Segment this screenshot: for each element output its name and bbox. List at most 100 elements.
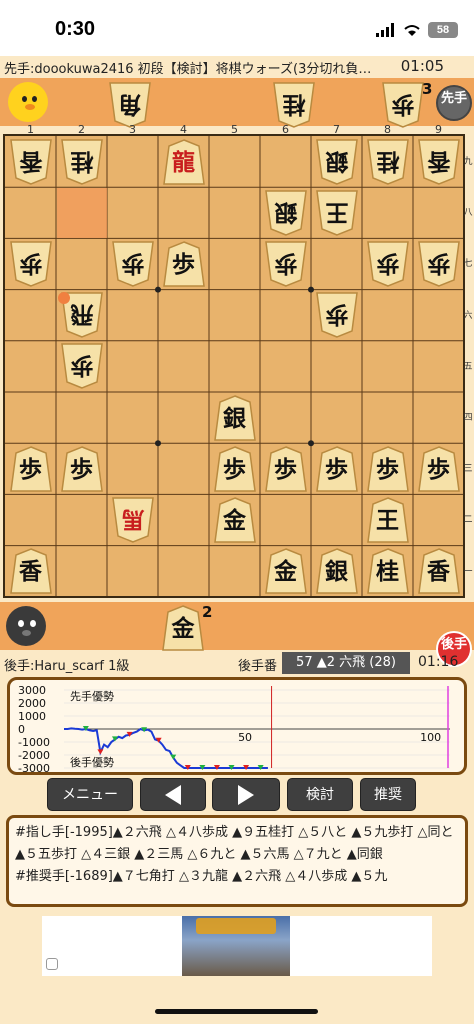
- gote-piece[interactable]: 桂: [365, 138, 411, 186]
- graph-y-label: 3000: [18, 684, 46, 697]
- piece-label: 歩: [121, 249, 144, 277]
- rank-label: 七: [463, 259, 473, 270]
- right-arrow-icon: [238, 785, 254, 805]
- piece-label: 銀: [223, 404, 246, 432]
- ad-logo: [196, 918, 276, 934]
- sente-badge: 先手: [436, 85, 472, 121]
- gote-piece[interactable]: 桂: [271, 81, 317, 129]
- piece-label: 歩: [223, 455, 246, 483]
- gote-piece[interactable]: 銀: [314, 138, 360, 186]
- hand-count: 3: [422, 80, 433, 98]
- sente-piece[interactable]: 王: [365, 496, 411, 544]
- piece-label: 歩: [427, 249, 450, 277]
- ad-info-icon[interactable]: [46, 958, 58, 970]
- sente-piece[interactable]: 桂: [365, 547, 411, 595]
- suggest-button[interactable]: 推奨: [360, 778, 416, 811]
- gote-clock: 01:16: [418, 654, 459, 670]
- analyze-button[interactable]: 検討: [287, 778, 353, 811]
- sente-piece[interactable]: 香: [8, 547, 54, 595]
- graph-x-label: 50: [238, 731, 252, 744]
- gote-piece[interactable]: 馬: [110, 496, 156, 544]
- graph-y-label: 1000: [18, 710, 46, 723]
- piece-label: 香: [19, 558, 42, 586]
- sente-clock: 01:05: [400, 57, 444, 75]
- piece-label: 龍: [172, 148, 195, 176]
- sente-piece[interactable]: 歩: [8, 445, 54, 493]
- piece-label: 歩: [70, 352, 93, 380]
- sente-piece[interactable]: 香: [416, 547, 462, 595]
- piece-label: 歩: [376, 455, 399, 483]
- status-icons: 58: [376, 22, 458, 38]
- played-moves-line: #指し手[-1995]▲２六飛 △４八歩成 ▲９五桂打 △５八と ▲５九歩打 △…: [15, 825, 454, 862]
- sente-piece[interactable]: 金: [212, 496, 258, 544]
- sente-piece[interactable]: 金: [263, 547, 309, 595]
- sente-piece[interactable]: 龍: [161, 138, 207, 186]
- gote-piece[interactable]: 歩: [110, 240, 156, 288]
- sente-piece[interactable]: 銀: [314, 547, 360, 595]
- gote-piece[interactable]: 歩: [416, 240, 462, 288]
- game-header: 先手:doookuwa2416 初段【検討】将棋ウォーズ(3分切れ負… 01:0…: [0, 56, 474, 78]
- ad-image[interactable]: [182, 916, 290, 976]
- gote-piece[interactable]: 銀: [263, 189, 309, 237]
- previous-move-button[interactable]: [140, 778, 206, 811]
- piece-label: 歩: [376, 249, 399, 277]
- battery-icon: 58: [428, 22, 458, 38]
- current-move[interactable]: 57 ▲2 六飛 (28): [282, 652, 410, 674]
- sente-piece[interactable]: 金: [160, 604, 206, 652]
- piece-label: 歩: [391, 91, 415, 118]
- gote-piece[interactable]: 香: [416, 138, 462, 186]
- move-notes[interactable]: #指し手[-1995]▲２六飛 △４八歩成 ▲９五桂打 △５八と ▲５九歩打 △…: [6, 815, 468, 907]
- gote-piece[interactable]: 歩: [314, 291, 360, 339]
- menu-button[interactable]: メニュー: [47, 778, 133, 811]
- game-title: 先手:doookuwa2416 初段【検討】将棋ウォーズ(3分切れ負…: [4, 62, 372, 77]
- sente-piece[interactable]: 歩: [161, 240, 207, 288]
- last-move-highlight: [57, 188, 107, 239]
- piece-label: 歩: [70, 455, 93, 483]
- ad-banner[interactable]: [42, 916, 432, 976]
- sente-piece[interactable]: 歩: [314, 445, 360, 493]
- piece-label: 香: [427, 147, 450, 175]
- chick-avatar-icon: [8, 82, 48, 122]
- piece-label: 桂: [70, 147, 93, 175]
- sente-piece[interactable]: 歩: [59, 445, 105, 493]
- gote-piece[interactable]: 王: [314, 189, 360, 237]
- shogi-board[interactable]: 香桂龍銀桂香銀王歩歩歩歩歩歩飛歩歩銀歩歩歩歩歩歩歩馬金王香金銀桂香: [3, 134, 465, 598]
- move-marker: [97, 749, 104, 755]
- turn-label: 後手番: [238, 659, 278, 674]
- piece-label: 金: [171, 615, 195, 642]
- hand-count: 2: [202, 603, 213, 621]
- piece-label: 歩: [427, 455, 450, 483]
- gote-piece[interactable]: 香: [8, 138, 54, 186]
- piece-label: 歩: [19, 455, 42, 483]
- piece-label: 歩: [19, 249, 42, 277]
- gote-piece[interactable]: 歩: [8, 240, 54, 288]
- piece-label: 王: [325, 198, 348, 226]
- gote-piece[interactable]: 歩: [263, 240, 309, 288]
- sente-piece[interactable]: 銀: [212, 394, 258, 442]
- piece-label: 王: [376, 506, 399, 534]
- piece-label: 歩: [325, 455, 348, 483]
- gote-piece[interactable]: 歩: [365, 240, 411, 288]
- suggested-moves-line: #推奨手[-1689]▲７七角打 △３九龍 ▲２六飛 △４八歩成 ▲５九: [15, 869, 388, 884]
- gote-piece[interactable]: 歩: [59, 342, 105, 390]
- piece-label: 銀: [325, 147, 348, 175]
- gote-piece[interactable]: 角: [107, 81, 153, 129]
- status-bar: 0:30 58: [0, 0, 474, 56]
- gote-piece[interactable]: 歩: [380, 81, 426, 129]
- piece-label: 馬: [121, 505, 144, 533]
- sente-piece[interactable]: 歩: [365, 445, 411, 493]
- sente-piece[interactable]: 歩: [263, 445, 309, 493]
- rank-label: 六: [463, 310, 473, 321]
- gote-piece[interactable]: 桂: [59, 138, 105, 186]
- dark-avatar-icon: [6, 606, 46, 646]
- piece-label: 銀: [274, 198, 297, 226]
- sente-hand-bar: [0, 602, 474, 650]
- piece-label: 歩: [274, 455, 297, 483]
- sente-piece[interactable]: 歩: [416, 445, 462, 493]
- last-move-marker: [58, 291, 70, 304]
- rank-label: 四: [463, 413, 473, 423]
- wifi-icon: [404, 25, 420, 36]
- next-move-button[interactable]: [212, 778, 280, 811]
- sente-piece[interactable]: 歩: [212, 445, 258, 493]
- evaluation-graph[interactable]: 3000 2000 1000 0 -1000 -2000 -3000 先手優勢 後手優勢 50 10…: [7, 677, 467, 775]
